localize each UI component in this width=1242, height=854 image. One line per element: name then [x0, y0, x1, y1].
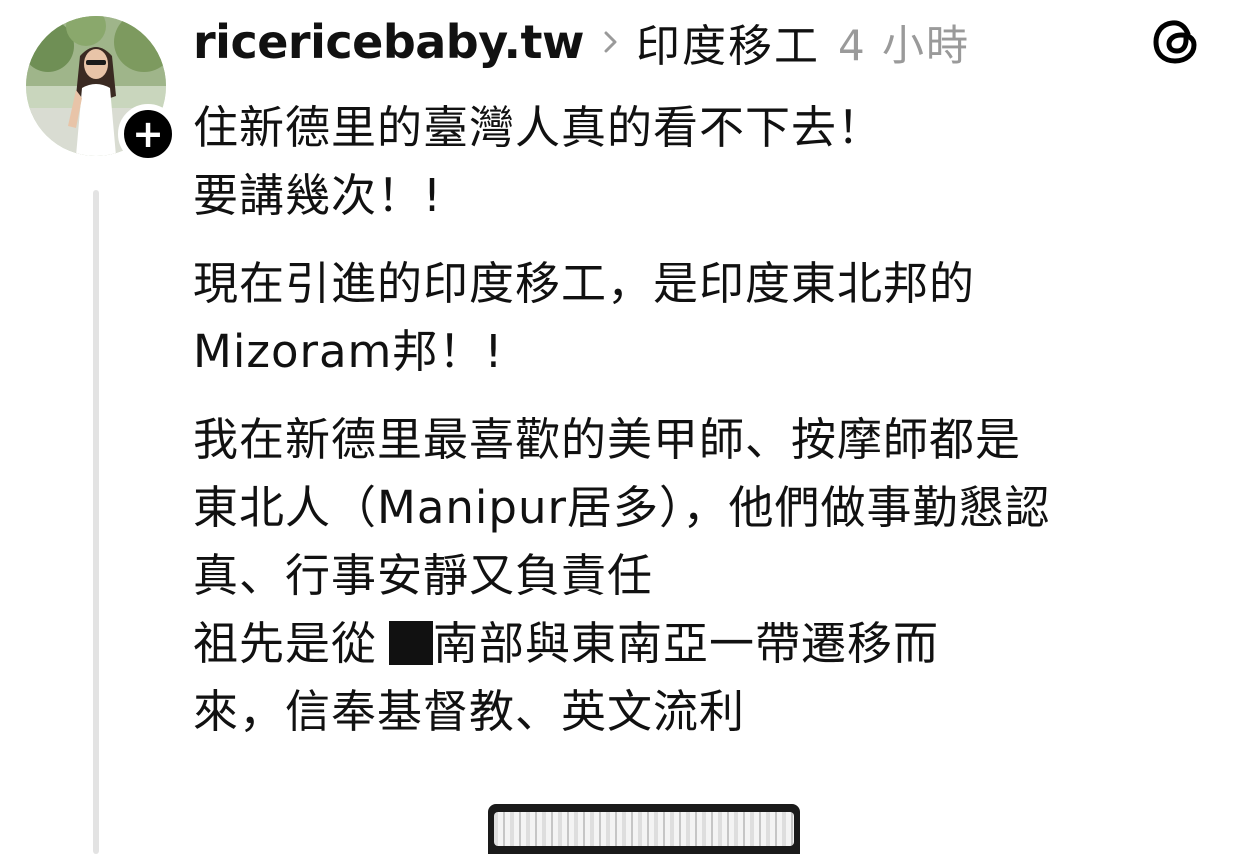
- topic-tag[interactable]: 印度移工: [636, 10, 820, 74]
- avatar-container[interactable]: +: [26, 16, 178, 164]
- post-line: 東北人（Manipur居多），他們做事勤懇認: [193, 481, 1051, 534]
- post-line: 現在引進的印度移工，是印度東北邦的: [193, 257, 976, 310]
- redaction-block: [389, 621, 434, 665]
- username-link[interactable]: ricericebaby.tw: [193, 15, 584, 69]
- post-line: Mizoram邦！!: [193, 325, 504, 378]
- post-line: 我在新德里最喜歡的美甲師、按摩師都是: [193, 413, 1022, 466]
- thread-line: [93, 190, 99, 854]
- post-body: 住新德里的臺灣人真的看不下去！ 要講幾次！! 現在引進的印度移工，是印度東北邦的…: [193, 94, 1213, 746]
- follow-button[interactable]: +: [118, 104, 178, 164]
- post-line: 要講幾次！!: [193, 169, 443, 222]
- chevron-right-icon: [604, 31, 618, 53]
- post-line-part: 南部與東南亞一帶遷移而: [433, 617, 940, 670]
- post-line: 祖先是從 南部與東南亞一帶遷移而: [193, 610, 1213, 678]
- post-header: ricericebaby.tw 印度移工 4 小時: [193, 14, 971, 72]
- watermark-pattern: [494, 812, 794, 846]
- post-line: 來，信奉基督教、英文流利: [193, 685, 746, 738]
- post-line-part: 祖先是從: [193, 617, 378, 670]
- threads-icon[interactable]: [1150, 14, 1202, 68]
- post-line: 真、行事安靜又負責任: [193, 549, 654, 602]
- post-line: 住新德里的臺灣人真的看不下去！: [193, 101, 884, 154]
- post-timestamp: 4 小時: [837, 20, 971, 70]
- plus-icon: +: [132, 112, 164, 156]
- watermark: [488, 804, 800, 854]
